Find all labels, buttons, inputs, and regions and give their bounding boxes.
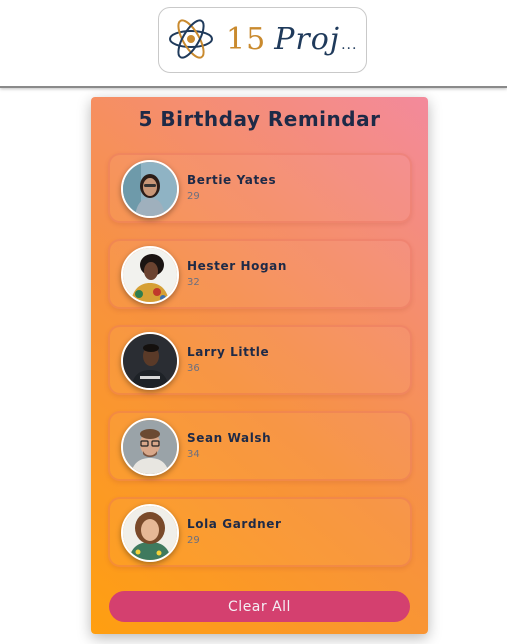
person-item: Lola Gardner 29	[108, 497, 412, 567]
logo-text: 15 Proj...	[226, 18, 357, 62]
person-age: 29	[187, 535, 200, 546]
logo-dots: ...	[341, 37, 358, 53]
person-name: Sean Walsh	[187, 431, 272, 445]
person-name: Bertie Yates	[187, 173, 277, 187]
logo[interactable]: 15 Proj...	[158, 7, 367, 73]
avatar	[121, 246, 179, 304]
logo-word: Proj	[274, 22, 341, 57]
avatar	[121, 160, 179, 218]
person-age: 36	[187, 363, 200, 374]
birthday-card: 5 Birthday Remindar Bertie Yates 29 Hest…	[91, 97, 428, 634]
person-name: Larry Little	[187, 345, 270, 359]
person-age: 34	[187, 449, 200, 460]
clear-all-button[interactable]: Clear All	[109, 591, 410, 622]
person-item: Sean Walsh 34	[108, 411, 412, 481]
avatar	[121, 504, 179, 562]
person-age: 32	[187, 277, 200, 288]
avatar	[121, 332, 179, 390]
top-header: 15 Proj...	[0, 0, 507, 88]
person-item: Larry Little 36	[108, 325, 412, 395]
logo-number: 15	[226, 22, 267, 57]
person-age: 29	[187, 191, 200, 202]
person-name: Lola Gardner	[187, 517, 282, 531]
person-item: Hester Hogan 32	[108, 239, 412, 309]
avatar	[121, 418, 179, 476]
person-item: Bertie Yates 29	[108, 153, 412, 223]
person-name: Hester Hogan	[187, 259, 288, 273]
atom-icon	[169, 19, 213, 59]
card-title: 5 Birthday Remindar	[138, 107, 381, 131]
